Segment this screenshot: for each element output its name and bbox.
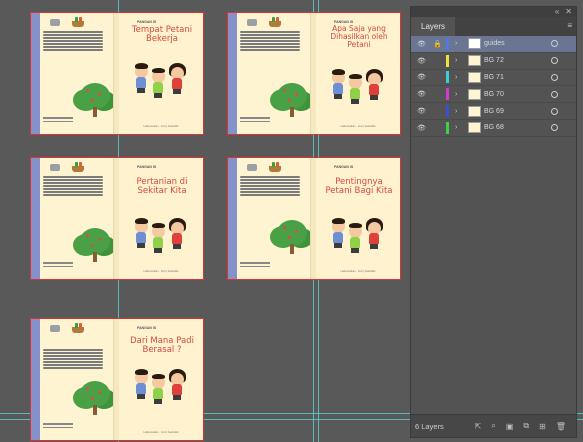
- author-line: Lalita Hadian · Ferry Saefullah: [143, 431, 179, 434]
- layer-name[interactable]: BG 70: [484, 91, 504, 98]
- publisher-info: [240, 262, 270, 269]
- layer-color-swatch: [446, 54, 449, 67]
- book-cover-artboard[interactable]: PANGAN IS Pertanian di Sekitar Kita Lali…: [30, 157, 204, 280]
- back-cover-blurb: [43, 349, 103, 370]
- expand-arrow-icon[interactable]: ›: [455, 57, 457, 64]
- book-title: Pentingnya Petani Bagi Kita: [325, 177, 393, 196]
- expand-arrow-icon[interactable]: ›: [455, 108, 457, 115]
- series-label: PANGAN IS: [334, 165, 354, 169]
- layer-thumbnail: [468, 105, 481, 117]
- book-cover-artboard[interactable]: PANGAN IS Tempat Petani Bekerja Lalita H…: [30, 12, 204, 135]
- book-cover-artboard[interactable]: PANGAN IS Apa Saja yang Dihasilkan oleh …: [227, 12, 401, 135]
- layer-color-swatch: [446, 88, 449, 101]
- back-cover-band: [31, 13, 40, 134]
- layer-target-icon[interactable]: [551, 57, 558, 65]
- search-icon[interactable]: ⌕: [491, 421, 495, 431]
- publisher-info: [240, 117, 270, 124]
- panel-menu-icon[interactable]: ≡: [567, 22, 572, 30]
- layer-target-icon[interactable]: [551, 107, 558, 115]
- series-label: PANGAN IS: [137, 20, 157, 24]
- expand-arrow-icon[interactable]: ›: [455, 91, 457, 98]
- back-cover-blurb: [240, 31, 300, 52]
- lock-icon[interactable]: 🔒: [433, 40, 442, 48]
- back-cover: [237, 158, 315, 279]
- book-title: Apa Saja yang Dihasilkan oleh Petani: [330, 24, 388, 49]
- back-cover-band: [31, 319, 40, 440]
- back-cover-blurb: [240, 176, 300, 197]
- layer-thumbnail: [468, 38, 481, 50]
- publisher-info: [43, 117, 73, 124]
- back-cover: [237, 13, 315, 134]
- book-cover-artboard[interactable]: PANGAN IS Dari Mana Padi Berasal ? Lalit…: [30, 318, 204, 441]
- layer-row[interactable]: 👁 🔒 › guides: [411, 36, 576, 53]
- layer-name[interactable]: BG 69: [484, 108, 504, 115]
- book-title: Tempat Petani Bekerja: [131, 25, 193, 44]
- layer-row[interactable]: 👁 › BG 70: [411, 86, 576, 104]
- panel-tab-bar: Layers ≡: [411, 17, 576, 36]
- layer-row[interactable]: 👁 › BG 68: [411, 120, 576, 137]
- book-title: Dari Mana Padi Berasal ?: [130, 336, 194, 355]
- publisher-info: [43, 262, 73, 269]
- book-cover-artboard[interactable]: PANGAN IS Pentingnya Petani Bagi Kita La…: [227, 157, 401, 280]
- expand-arrow-icon[interactable]: ›: [455, 124, 457, 131]
- layer-list: 👁 🔒 › guides 👁 › BG 72 👁 › BG 71 👁 › BG 70 👁 › BG 69 👁 › B…: [411, 36, 576, 137]
- layer-name[interactable]: BG 71: [484, 74, 504, 81]
- layer-name[interactable]: BG 68: [484, 124, 504, 131]
- layer-color-swatch: [446, 37, 449, 50]
- make-clipping-mask-icon[interactable]: ▣: [506, 422, 514, 431]
- expand-arrow-icon[interactable]: ›: [455, 74, 457, 81]
- author-line: Lalita Hadian · Ferry Saefullah: [143, 270, 179, 273]
- author-line: Lalita Hadian · Ferry Saefullah: [143, 125, 179, 128]
- back-cover: [40, 158, 118, 279]
- layer-target-icon[interactable]: [551, 124, 558, 132]
- new-sublayer-icon[interactable]: ⧉: [523, 421, 529, 431]
- layer-name[interactable]: BG 72: [484, 57, 504, 64]
- close-icon[interactable]: ✕: [565, 8, 572, 16]
- layer-target-icon[interactable]: [551, 40, 558, 48]
- layers-panel: « ✕ Layers ≡ 👁 🔒 › guides 👁 › BG 72 👁 › BG 71 👁 › BG…: [410, 6, 577, 438]
- series-label: PANGAN IS: [137, 165, 157, 169]
- panel-footer: 6 Layers ⇱ ⌕ ▣ ⧉ ⊞ 🗑: [411, 414, 576, 437]
- layer-target-icon[interactable]: [551, 90, 558, 98]
- back-cover-blurb: [43, 176, 103, 197]
- author-line: Lalita Hadian · Ferry Saefullah: [340, 270, 376, 273]
- collapse-icon[interactable]: «: [555, 8, 559, 16]
- book-title: Pertanian di Sekitar Kita: [136, 177, 188, 196]
- back-cover-blurb: [43, 31, 103, 52]
- layer-color-swatch: [446, 121, 449, 134]
- back-cover: [40, 319, 118, 440]
- layer-thumbnail: [468, 55, 481, 67]
- layer-name[interactable]: guides: [484, 40, 505, 47]
- series-label: PANGAN IS: [137, 326, 157, 330]
- visibility-eye-icon[interactable]: 👁: [417, 107, 426, 115]
- back-cover-band: [228, 13, 237, 134]
- back-cover-band: [228, 158, 237, 279]
- publisher-info: [43, 423, 73, 430]
- visibility-eye-icon[interactable]: 👁: [417, 90, 426, 98]
- visibility-eye-icon[interactable]: 👁: [417, 124, 426, 132]
- layer-thumbnail: [468, 122, 481, 134]
- back-cover-band: [31, 158, 40, 279]
- new-layer-icon[interactable]: ⊞: [539, 422, 546, 431]
- tab-layers[interactable]: Layers: [411, 17, 456, 36]
- export-icon[interactable]: ⇱: [475, 422, 482, 431]
- trash-icon[interactable]: 🗑: [556, 422, 566, 431]
- layer-row[interactable]: 👁 › BG 72: [411, 53, 576, 70]
- visibility-eye-icon[interactable]: 👁: [417, 57, 426, 65]
- back-cover: [40, 13, 118, 134]
- layer-color-swatch: [446, 71, 449, 84]
- layer-row[interactable]: 👁 › BG 69: [411, 103, 576, 120]
- panel-titlebar[interactable]: « ✕: [411, 7, 576, 17]
- layer-color-swatch: [446, 105, 449, 118]
- layer-thumbnail: [468, 88, 481, 100]
- layer-count: 6 Layers: [415, 421, 444, 431]
- layer-row[interactable]: 👁 › BG 71: [411, 70, 576, 87]
- author-line: Lalita Hadian · Ferry Saefullah: [340, 125, 376, 128]
- visibility-eye-icon[interactable]: 👁: [417, 73, 426, 81]
- layer-target-icon[interactable]: [551, 73, 558, 81]
- expand-arrow-icon[interactable]: ›: [455, 40, 457, 47]
- visibility-eye-icon[interactable]: 👁: [417, 40, 426, 48]
- layer-thumbnail: [468, 71, 481, 83]
